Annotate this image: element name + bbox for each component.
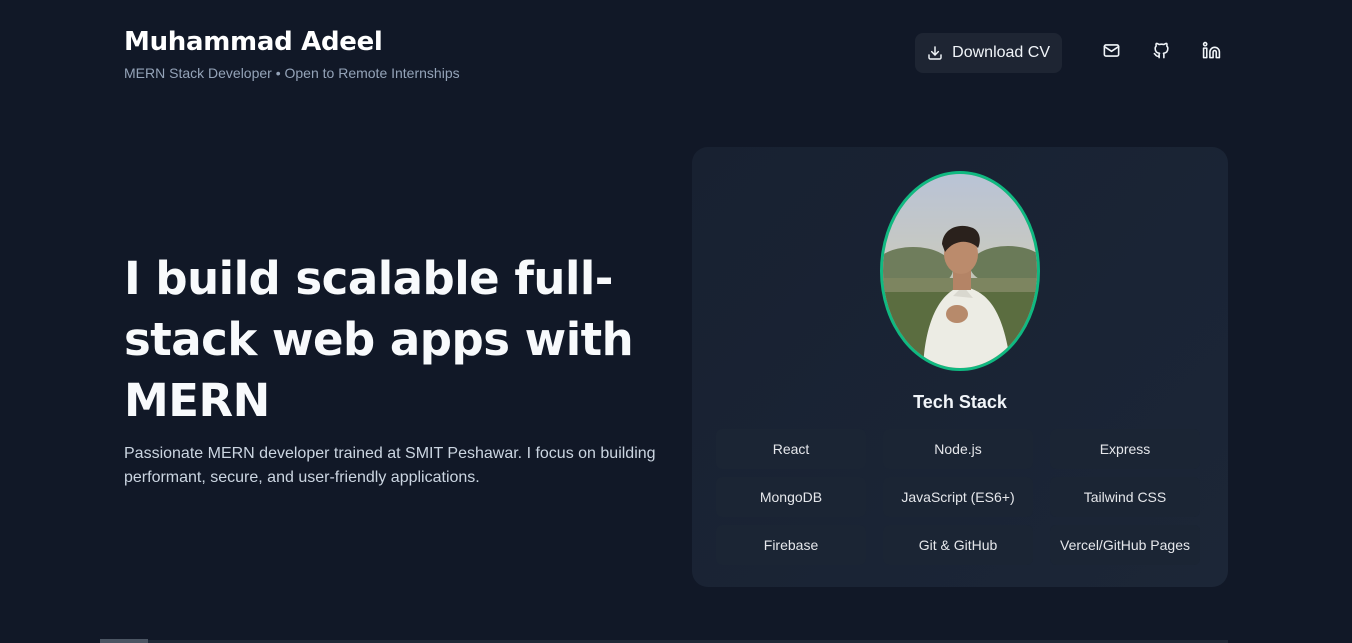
tech-stack-title: Tech Stack [913, 392, 1007, 412]
tech-chip-javascript: JavaScript (ES6+) [883, 477, 1033, 517]
hero-description: Passionate MERN developer trained at SMI… [124, 445, 656, 486]
tech-stack-grid: React Node.js Express MongoDB JavaScript… [716, 429, 1204, 565]
hero-title: I build scalable full-stack web apps wit… [124, 252, 634, 427]
scroll-indicator [100, 639, 148, 643]
tech-chip-mongodb: MongoDB [716, 477, 866, 517]
tech-chip-nodejs: Node.js [883, 429, 1033, 469]
tech-chip-express: Express [1050, 429, 1200, 469]
portfolio-page: Muhammad Adeel MERN Stack Developer • Op… [0, 0, 1352, 643]
header-actions: Download CV [915, 33, 1228, 73]
download-cv-button[interactable]: Download CV [915, 33, 1062, 73]
email-link[interactable] [1094, 36, 1128, 70]
tech-chip-git: Git & GitHub [883, 525, 1033, 565]
github-link[interactable] [1144, 36, 1178, 70]
linkedin-icon [1202, 41, 1221, 65]
github-icon [1152, 41, 1171, 65]
download-icon [927, 45, 943, 61]
mail-icon [1102, 41, 1121, 65]
brand-name: Muhammad Adeel [124, 27, 383, 57]
profile-photo [880, 171, 1040, 371]
download-cv-label: Download CV [952, 44, 1050, 61]
linkedin-link[interactable] [1194, 36, 1228, 70]
tech-chip-react: React [716, 429, 866, 469]
tech-chip-vercel: Vercel/GitHub Pages [1050, 525, 1200, 565]
brand-subtitle: MERN Stack Developer • Open to Remote In… [124, 65, 460, 81]
brand: Muhammad Adeel MERN Stack Developer • Op… [124, 26, 460, 81]
tech-chip-firebase: Firebase [716, 525, 866, 565]
profile-card: Tech Stack React Node.js Express MongoDB… [692, 147, 1228, 587]
tech-chip-tailwind: Tailwind CSS [1050, 477, 1200, 517]
